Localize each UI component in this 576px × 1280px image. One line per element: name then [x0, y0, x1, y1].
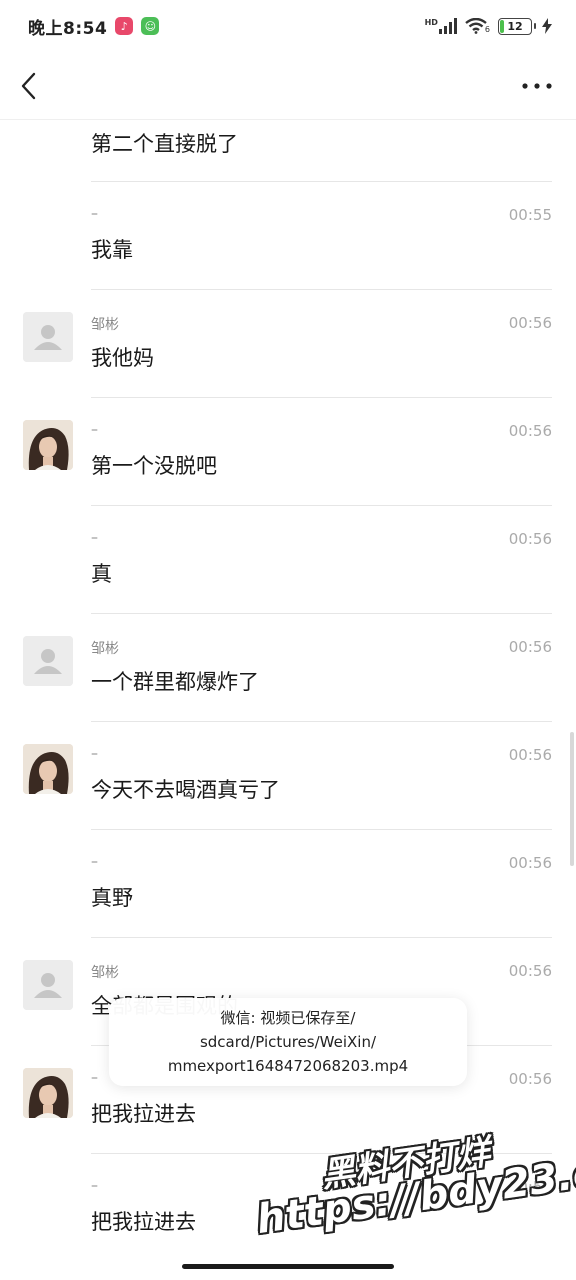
nav-bar	[0, 52, 576, 120]
list-item[interactable]: 邹彬 00:56 一个群里都爆炸了	[0, 614, 576, 722]
default-avatar-icon	[23, 636, 73, 686]
sender-name: 邹彬	[91, 317, 119, 333]
sender-name: –	[91, 746, 98, 762]
sender-name: –	[91, 854, 98, 870]
list-item[interactable]: – 00:56 真	[0, 506, 576, 614]
message-time: 00:56	[508, 638, 552, 656]
list-item[interactable]: 邹彬 00:56 我他妈	[0, 290, 576, 398]
more-dots-icon	[522, 83, 552, 89]
avatar[interactable]	[23, 312, 73, 362]
message-time: 00:55	[508, 206, 552, 224]
avatar[interactable]	[23, 1068, 73, 1118]
status-indicators: HD 6 12	[425, 17, 552, 35]
avatar[interactable]	[23, 420, 73, 470]
message-time: 00:56	[508, 530, 552, 548]
chat-app-icon: ☺	[141, 17, 160, 35]
list-item[interactable]: – 00:55 我靠	[0, 182, 576, 290]
back-button[interactable]	[14, 68, 46, 104]
message-text: 真野	[91, 886, 133, 910]
battery-level: 12	[507, 19, 523, 33]
user-photo-icon	[23, 1068, 73, 1118]
avatar[interactable]	[23, 744, 73, 794]
message-text: 真	[91, 562, 112, 586]
chat-history-list[interactable]: 第二个直接脱了 – 00:55 我靠 邹彬 00:56 我他妈 – 00:56 第一个没脱吧…	[0, 121, 576, 1262]
message-text: 我他妈	[91, 346, 154, 370]
chevron-left-icon	[21, 72, 36, 100]
list-item[interactable]: – 00:56 今天不去喝酒真亏了	[0, 722, 576, 830]
toast-line-1: 微信: 视频已保存至/	[220, 1009, 356, 1027]
status-bar: 晚上8:54 ♪ ☺ HD 6 12	[0, 0, 576, 52]
sender-name: 邹彬	[91, 965, 119, 981]
charging-bolt-icon	[542, 18, 552, 34]
message-text: 把我拉进去	[91, 1210, 196, 1234]
wifi-icon: 6	[465, 18, 490, 34]
list-item[interactable]: – 00:56 真野	[0, 830, 576, 938]
sender-name: –	[91, 1070, 98, 1086]
scrollbar[interactable]	[570, 732, 574, 866]
message-time: 00:56	[508, 1070, 552, 1088]
music-app-icon: ♪	[115, 17, 134, 35]
signal-label: HD	[424, 18, 438, 27]
save-toast: 微信: 视频已保存至/ sdcard/Pictures/WeiXin/ mmex…	[109, 998, 467, 1086]
signal-icon: HD	[425, 18, 457, 34]
user-photo-icon	[23, 420, 73, 470]
user-photo-icon	[23, 744, 73, 794]
list-item[interactable]: – 00:56 把我拉进去	[0, 1154, 576, 1262]
message-time: 00:56	[508, 422, 552, 440]
message-text: 把我拉进去	[91, 1102, 196, 1126]
default-avatar-icon	[23, 960, 73, 1010]
home-indicator[interactable]	[182, 1264, 394, 1269]
sender-name: –	[91, 206, 98, 222]
message-time: 00:56	[508, 1178, 552, 1196]
more-button[interactable]	[520, 74, 554, 98]
list-item[interactable]: – 00:56 第一个没脱吧	[0, 398, 576, 506]
message-time: 00:56	[508, 746, 552, 764]
signal-bars-icon	[438, 18, 457, 34]
message-time: 00:56	[508, 314, 552, 332]
message-text: 第一个没脱吧	[91, 454, 217, 478]
battery-icon: 12	[498, 17, 536, 35]
toast-line-3: mmexport1648472068203.mp4	[167, 1057, 409, 1075]
message-text: 一个群里都爆炸了	[91, 670, 259, 694]
message-time: 00:56	[508, 962, 552, 980]
wifi-badge: 6	[484, 25, 490, 34]
sender-name: –	[91, 1178, 98, 1194]
sender-name: 邹彬	[91, 641, 119, 657]
message-text: 第二个直接脱了	[91, 132, 238, 156]
status-time: 晚上8:54	[28, 18, 108, 39]
default-avatar-icon	[23, 312, 73, 362]
avatar[interactable]	[23, 960, 73, 1010]
message-text: 今天不去喝酒真亏了	[91, 778, 280, 802]
list-item[interactable]: 第二个直接脱了	[0, 121, 576, 182]
message-text: 我靠	[91, 238, 133, 262]
avatar[interactable]	[23, 636, 73, 686]
sender-name: –	[91, 422, 98, 438]
sender-name: –	[91, 530, 98, 546]
toast-line-2: sdcard/Pictures/WeiXin/	[199, 1033, 377, 1051]
message-time: 00:56	[508, 854, 552, 872]
